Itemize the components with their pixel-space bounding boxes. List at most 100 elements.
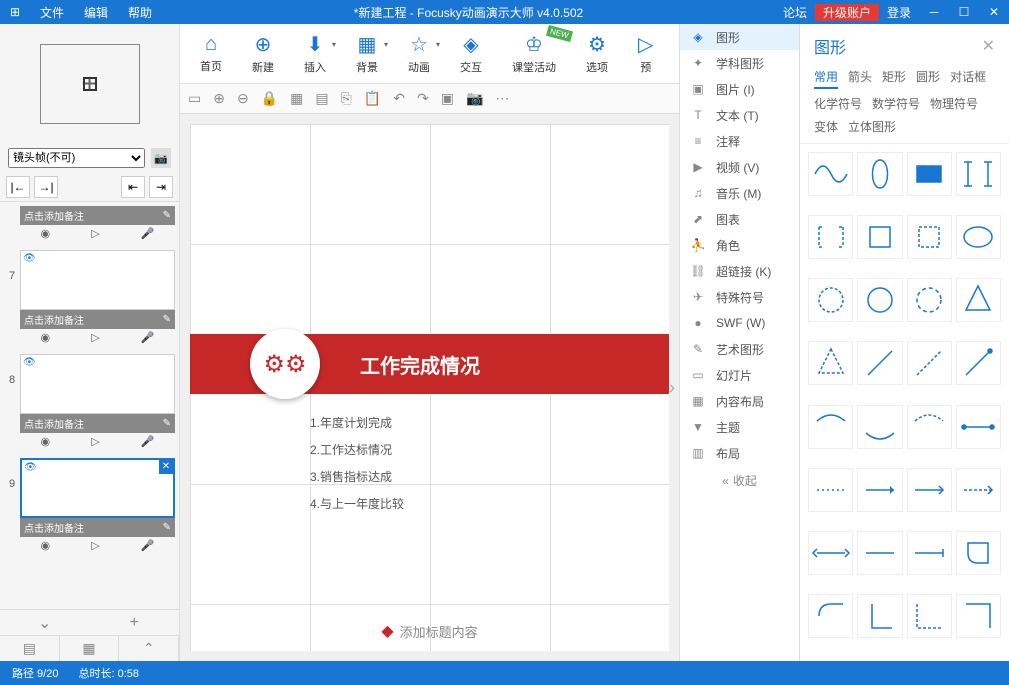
- expand-down-button[interactable]: ⌄: [0, 610, 90, 635]
- menu-file[interactable]: 文件: [30, 4, 74, 21]
- forum-link[interactable]: 论坛: [775, 4, 815, 21]
- insert-menu-item[interactable]: ✎艺术图形: [680, 336, 799, 362]
- shape-cell[interactable]: [808, 341, 853, 385]
- insert-menu-item[interactable]: ⛓超链接 (K): [680, 258, 799, 284]
- shape-cell[interactable]: [956, 405, 1001, 449]
- indent-left-button[interactable]: ⇤: [121, 176, 145, 198]
- bullet-item[interactable]: 1.年度计划完成: [310, 414, 450, 431]
- shape-cell[interactable]: [808, 468, 853, 512]
- insert-menu-item[interactable]: ◈图形: [680, 24, 799, 50]
- slide-caption[interactable]: 点击添加备注: [24, 208, 163, 223]
- delete-slide-button[interactable]: ✕: [159, 460, 173, 474]
- shape-tab[interactable]: 化学符号: [814, 95, 862, 112]
- toolbar-interaction[interactable]: ◈交互: [460, 32, 482, 75]
- shape-cell[interactable]: [956, 215, 1001, 259]
- close-panel-icon[interactable]: ✕: [982, 36, 995, 56]
- play-icon[interactable]: ▷: [91, 435, 99, 448]
- slide-caption[interactable]: 点击添加备注: [24, 312, 163, 327]
- shape-cell[interactable]: [857, 531, 902, 575]
- shape-cell[interactable]: [808, 215, 853, 259]
- toolbar-preview[interactable]: ▷预: [638, 32, 653, 75]
- indent-right-button[interactable]: ⇥: [149, 176, 173, 198]
- maximize-button[interactable]: ☐: [949, 5, 979, 19]
- shape-cell[interactable]: [907, 405, 952, 449]
- zoom-out-icon[interactable]: ⊖: [237, 90, 249, 107]
- play-icon[interactable]: ▷: [91, 539, 99, 552]
- mic-icon[interactable]: 🎤: [141, 539, 155, 552]
- view-collapse-button[interactable]: ⌃: [119, 636, 179, 661]
- eye-icon[interactable]: 👁: [24, 462, 37, 473]
- bullet-list[interactable]: 1.年度计划完成 2.工作达标情况 3.销售指标达成 4.与上一年度比较: [190, 394, 669, 532]
- edit-caption-icon[interactable]: ✎: [163, 314, 171, 325]
- slide-caption[interactable]: 点击添加备注: [24, 520, 163, 535]
- visibility-icon[interactable]: ◉: [41, 435, 51, 448]
- insert-menu-item[interactable]: ●SWF (W): [680, 310, 799, 336]
- shape-cell[interactable]: [857, 341, 902, 385]
- shape-cell[interactable]: [857, 468, 902, 512]
- edit-caption-icon[interactable]: ✎: [163, 522, 171, 533]
- insert-menu-item[interactable]: ▦内容布局: [680, 388, 799, 414]
- shape-cell[interactable]: [857, 278, 902, 322]
- shape-cell[interactable]: [956, 594, 1001, 638]
- edit-caption-icon[interactable]: ✎: [163, 210, 171, 221]
- more-icon[interactable]: ⋯: [495, 90, 509, 107]
- insert-menu-item[interactable]: ▥布局: [680, 440, 799, 466]
- slide-item-active[interactable]: 9 👁✕ 点击添加备注✎ ◉▷🎤: [4, 458, 175, 554]
- mic-icon[interactable]: 🎤: [141, 227, 155, 240]
- insert-menu-item[interactable]: ▶视频 (V): [680, 154, 799, 180]
- insert-menu-item[interactable]: ⬈图表: [680, 206, 799, 232]
- select-tool-icon[interactable]: ▭: [188, 90, 201, 107]
- menu-edit[interactable]: 编辑: [74, 4, 118, 21]
- mic-icon[interactable]: 🎤: [141, 331, 155, 344]
- align-icon[interactable]: ▤: [315, 90, 328, 107]
- insert-menu-item[interactable]: ≡注释: [680, 128, 799, 154]
- nav-first-button[interactable]: |←: [6, 176, 30, 198]
- edit-caption-icon[interactable]: ✎: [163, 418, 171, 429]
- toolbar-background[interactable]: ▦背景: [356, 32, 378, 75]
- toolbar-home[interactable]: ⌂首页: [200, 33, 222, 74]
- visibility-icon[interactable]: ◉: [41, 539, 51, 552]
- insert-menu-item[interactable]: ▼主题: [680, 414, 799, 440]
- menu-help[interactable]: 帮助: [118, 4, 162, 21]
- insert-menu-item[interactable]: ♫音乐 (M): [680, 180, 799, 206]
- shape-cell[interactable]: [808, 531, 853, 575]
- subtitle-placeholder[interactable]: ◆ 添加标题内容: [381, 621, 477, 641]
- shape-tab[interactable]: 箭头: [848, 68, 872, 89]
- shape-cell[interactable]: [857, 405, 902, 449]
- shape-tab[interactable]: 立体图形: [848, 118, 896, 135]
- shape-cell[interactable]: [956, 278, 1001, 322]
- shape-cell[interactable]: [907, 278, 952, 322]
- canvas[interactable]: ⚙⚙ 工作完成情况 1.年度计划完成 2.工作达标情况 3.销售指标达成 4.与…: [180, 114, 679, 661]
- toolbar-new[interactable]: ⊕新建: [252, 32, 274, 75]
- shape-cell[interactable]: [907, 215, 952, 259]
- view-grid-button[interactable]: ▦: [60, 636, 120, 661]
- toolbar-classroom[interactable]: ♔课堂活动NEW: [512, 32, 556, 75]
- toolbar-animation[interactable]: ☆动画: [408, 32, 430, 75]
- shape-cell[interactable]: [907, 152, 952, 196]
- add-frame-button[interactable]: +: [40, 44, 140, 124]
- shape-cell[interactable]: [907, 468, 952, 512]
- shape-cell[interactable]: [907, 531, 952, 575]
- shape-cell[interactable]: [808, 405, 853, 449]
- insert-menu-item[interactable]: T文本 (T): [680, 102, 799, 128]
- shape-tab[interactable]: 变体: [814, 118, 838, 135]
- mic-icon[interactable]: 🎤: [141, 435, 155, 448]
- lock-icon[interactable]: 🔒: [261, 90, 278, 107]
- paste-icon[interactable]: 📋: [364, 90, 381, 107]
- shape-cell[interactable]: [956, 531, 1001, 575]
- layers-icon[interactable]: ▣: [441, 90, 454, 107]
- bullet-item[interactable]: 3.销售指标达成: [310, 468, 450, 485]
- shape-tab[interactable]: 圆形: [916, 68, 940, 89]
- shape-tab[interactable]: 常用: [814, 68, 838, 89]
- next-slide-button[interactable]: ›: [669, 377, 675, 398]
- shape-cell[interactable]: [808, 278, 853, 322]
- insert-menu-item[interactable]: ✈特殊符号: [680, 284, 799, 310]
- slide-item[interactable]: 8 👁 点击添加备注✎ ◉▷🎤: [4, 354, 175, 450]
- shape-tab[interactable]: 矩形: [882, 68, 906, 89]
- redo-icon[interactable]: ↷: [417, 90, 429, 107]
- shape-cell[interactable]: [857, 215, 902, 259]
- camera-tool-icon[interactable]: 📷: [466, 90, 483, 107]
- copy-icon[interactable]: ⎘: [341, 90, 352, 107]
- shape-cell[interactable]: [808, 152, 853, 196]
- collapse-menu-button[interactable]: «收起: [680, 466, 799, 495]
